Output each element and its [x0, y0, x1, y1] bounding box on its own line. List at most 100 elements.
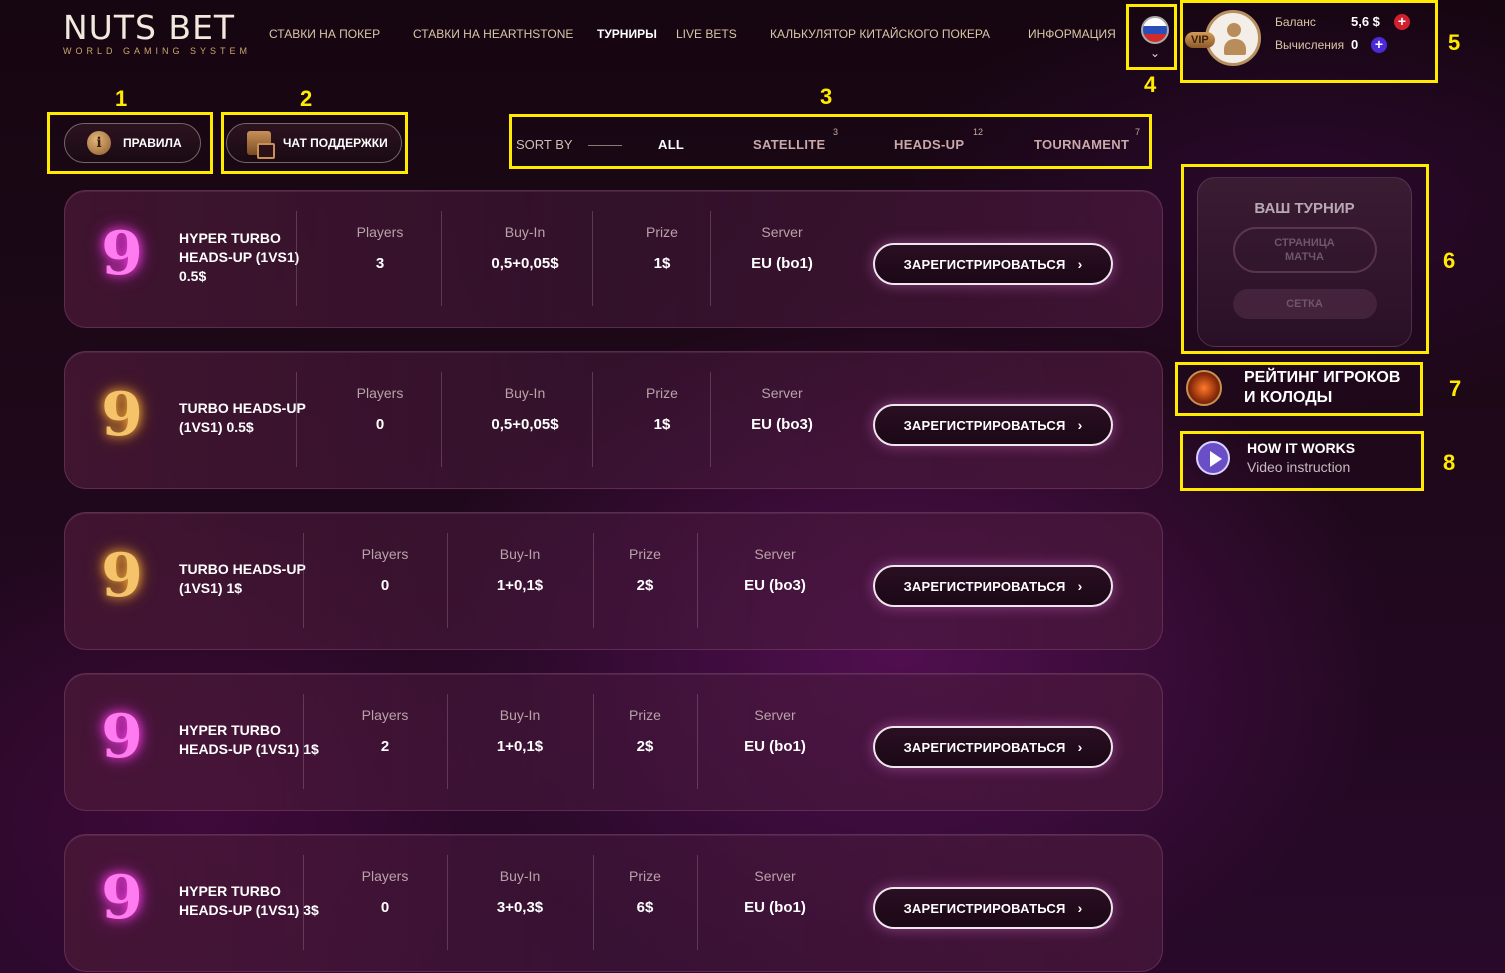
annotation-number-1: 1	[115, 86, 128, 111]
chevron-right-icon: ›	[1077, 739, 1083, 755]
column-divider	[592, 372, 593, 467]
prize-header: Prize	[629, 707, 661, 723]
register-button[interactable]: ЗАРЕГИСТРИРОВАТЬСЯ ›	[873, 243, 1113, 285]
buyin-value: 1+0,1$	[496, 738, 544, 755]
turbo-emblem-icon: 9	[101, 541, 143, 611]
players-header: Players	[356, 385, 404, 401]
players-value: 0	[375, 416, 385, 433]
register-label: ЗАРЕГИСТРИРОВАТЬСЯ	[903, 256, 1066, 272]
buyin-value: 0,5+0,05$	[491, 416, 559, 433]
chevron-right-icon: ›	[1077, 900, 1083, 916]
logo[interactable]: NUTS BET WORLD GAMING SYSTEM	[63, 8, 253, 64]
nav-live-bets[interactable]: LIVE BETS	[676, 27, 737, 41]
tournament-title-line: HEADS-UP (1VS1) 3$	[179, 902, 319, 918]
buyin-value: 0,5+0,05$	[491, 255, 559, 272]
buyin-value: 1+0,1$	[496, 577, 544, 594]
register-button[interactable]: ЗАРЕГИСТРИРОВАТЬСЯ ›	[873, 887, 1113, 929]
players-value: 3	[375, 255, 385, 272]
annotation-number-2: 2	[300, 86, 313, 111]
register-label: ЗАРЕГИСТРИРОВАТЬСЯ	[903, 578, 1066, 594]
chevron-right-icon: ›	[1077, 417, 1083, 433]
server-value: EU (bo1)	[744, 899, 806, 916]
players-header: Players	[361, 868, 409, 884]
prize-value: 2$	[636, 738, 654, 755]
server-value: EU (bo1)	[751, 255, 813, 272]
annotation-frame-2	[221, 112, 408, 174]
server-header: Server	[761, 224, 803, 240]
tournament-title-line: HYPER TURBO	[179, 722, 281, 738]
annotation-frame-8	[1180, 431, 1424, 491]
annotation-number-8: 8	[1443, 450, 1456, 475]
column-divider	[447, 533, 448, 628]
prize-value: 1$	[653, 416, 671, 433]
tournament-card: 9 TURBO HEADS-UP (1VS1) 0.5$ Players 0 Buy-In…	[64, 351, 1163, 489]
chevron-right-icon: ›	[1077, 578, 1083, 594]
server-value: EU (bo3)	[744, 577, 806, 594]
buyin-header: Buy-In	[499, 546, 541, 562]
nav-hearthstone-bets[interactable]: СТАВКИ НА HEARTHSTONE	[413, 27, 573, 41]
column-divider	[303, 694, 304, 789]
tournament-card: 9 HYPER TURBO HEADS-UP (1VS1) 0.5$ Players 3 B…	[64, 190, 1163, 328]
column-divider	[592, 211, 593, 306]
tournament-title-line: (1VS1) 1$	[179, 580, 243, 596]
prize-header: Prize	[629, 868, 661, 884]
register-button[interactable]: ЗАРЕГИСТРИРОВАТЬСЯ ›	[873, 565, 1113, 607]
prize-value: 1$	[653, 255, 671, 272]
chevron-right-icon: ›	[1077, 256, 1083, 272]
register-button[interactable]: ЗАРЕГИСТРИРОВАТЬСЯ ›	[873, 726, 1113, 768]
server-header: Server	[754, 707, 796, 723]
nav-chinese-poker-calculator[interactable]: КАЛЬКУЛЯТОР КИТАЙСКОГО ПОКЕРА	[770, 27, 990, 41]
players-header: Players	[361, 546, 409, 562]
column-divider	[296, 372, 297, 467]
turbo-emblem-icon: 9	[101, 380, 143, 450]
register-button[interactable]: ЗАРЕГИСТРИРОВАТЬСЯ ›	[873, 404, 1113, 446]
tournament-title: TURBO HEADS-UP (1VS1) 1$	[179, 560, 349, 598]
buyin-header: Buy-In	[499, 707, 541, 723]
column-divider	[303, 533, 304, 628]
buyin-value: 3+0,3$	[496, 899, 544, 916]
hyper-turbo-emblem-icon: 9	[101, 702, 143, 772]
annotation-frame-4	[1126, 4, 1177, 70]
buyin-header: Buy-In	[499, 868, 541, 884]
annotation-number-3: 3	[820, 84, 833, 109]
tournament-title-line: TURBO HEADS-UP	[179, 561, 306, 577]
players-value: 0	[380, 899, 390, 916]
server-value: EU (bo3)	[751, 416, 813, 433]
annotation-number-6: 6	[1443, 248, 1456, 273]
prize-header: Prize	[646, 224, 678, 240]
tournament-title: HYPER TURBO HEADS-UP (1VS1) 3$	[179, 882, 349, 920]
logo-text: NUTS BET	[63, 8, 236, 47]
annotation-number-5: 5	[1448, 30, 1461, 55]
server-header: Server	[754, 868, 796, 884]
column-divider	[441, 211, 442, 306]
tournament-title-line: HEADS-UP (1VS1) 1$	[179, 741, 319, 757]
prize-value: 2$	[636, 577, 654, 594]
nav-information[interactable]: ИНФОРМАЦИЯ	[1028, 27, 1116, 41]
buyin-header: Buy-In	[504, 224, 546, 240]
players-header: Players	[361, 707, 409, 723]
column-divider	[447, 855, 448, 950]
annotation-frame-3	[509, 114, 1152, 169]
nav-poker-bets[interactable]: СТАВКИ НА ПОКЕР	[269, 27, 380, 41]
server-header: Server	[754, 546, 796, 562]
nav-tournaments[interactable]: ТУРНИРЫ	[597, 27, 657, 41]
prize-header: Prize	[629, 546, 661, 562]
tournament-title: HYPER TURBO HEADS-UP (1VS1) 1$	[179, 721, 349, 759]
server-value: EU (bo1)	[744, 738, 806, 755]
players-value: 2	[380, 738, 390, 755]
column-divider	[441, 372, 442, 467]
annotation-number-4: 4	[1144, 72, 1157, 97]
register-label: ЗАРЕГИСТРИРОВАТЬСЯ	[903, 900, 1066, 916]
annotation-frame-5	[1180, 0, 1438, 83]
buyin-header: Buy-In	[504, 385, 546, 401]
prize-header: Prize	[646, 385, 678, 401]
logo-tagline: WORLD GAMING SYSTEM	[63, 46, 252, 56]
prize-value: 6$	[636, 899, 654, 916]
hyper-turbo-emblem-icon: 9	[101, 863, 143, 933]
tournament-title-line: HYPER TURBO	[179, 883, 281, 899]
register-label: ЗАРЕГИСТРИРОВАТЬСЯ	[903, 417, 1066, 433]
tournament-card: 9 HYPER TURBO HEADS-UP (1VS1) 3$ Players 0 Bu…	[64, 834, 1163, 972]
annotation-frame-7	[1175, 362, 1423, 416]
annotation-frame-6	[1181, 164, 1429, 354]
server-header: Server	[761, 385, 803, 401]
